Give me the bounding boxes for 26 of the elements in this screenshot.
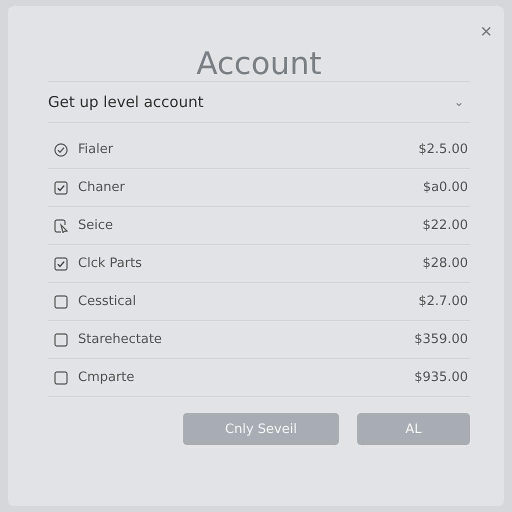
item-price: $28.00 [422, 256, 468, 271]
item-price: $2.5.00 [418, 142, 468, 157]
checkbox[interactable] [54, 294, 68, 308]
item-label: Seice [78, 218, 114, 233]
item-label: Starehectate [78, 332, 163, 347]
item-price: $359.00 [414, 332, 468, 347]
item-label: Cmparte [78, 370, 136, 385]
item-label: Cesstical [78, 294, 138, 309]
checkbox[interactable] [54, 180, 68, 194]
checkbox[interactable] [54, 332, 68, 346]
checkbox[interactable] [54, 370, 68, 384]
item-price: $935.00 [414, 370, 468, 385]
item-price: $22.00 [422, 218, 468, 233]
action-button[interactable]: Cnly Seveil [183, 413, 339, 445]
close-button[interactable]: × [480, 22, 492, 42]
pointer-icon [54, 218, 68, 232]
check-circle-icon[interactable] [54, 142, 68, 156]
account-dropdown[interactable]: Get up level account ⌄ [48, 81, 470, 123]
item-label: Fialer [78, 142, 114, 157]
action-button[interactable]: AL [357, 413, 470, 445]
item-label: Clck Parts [78, 256, 143, 271]
checkbox[interactable] [54, 256, 68, 270]
dialog-title: Account [195, 45, 323, 76]
item-price: $2.7.00 [418, 294, 468, 309]
item-price: $a0.00 [422, 180, 468, 195]
item-label: Chaner [78, 180, 126, 195]
